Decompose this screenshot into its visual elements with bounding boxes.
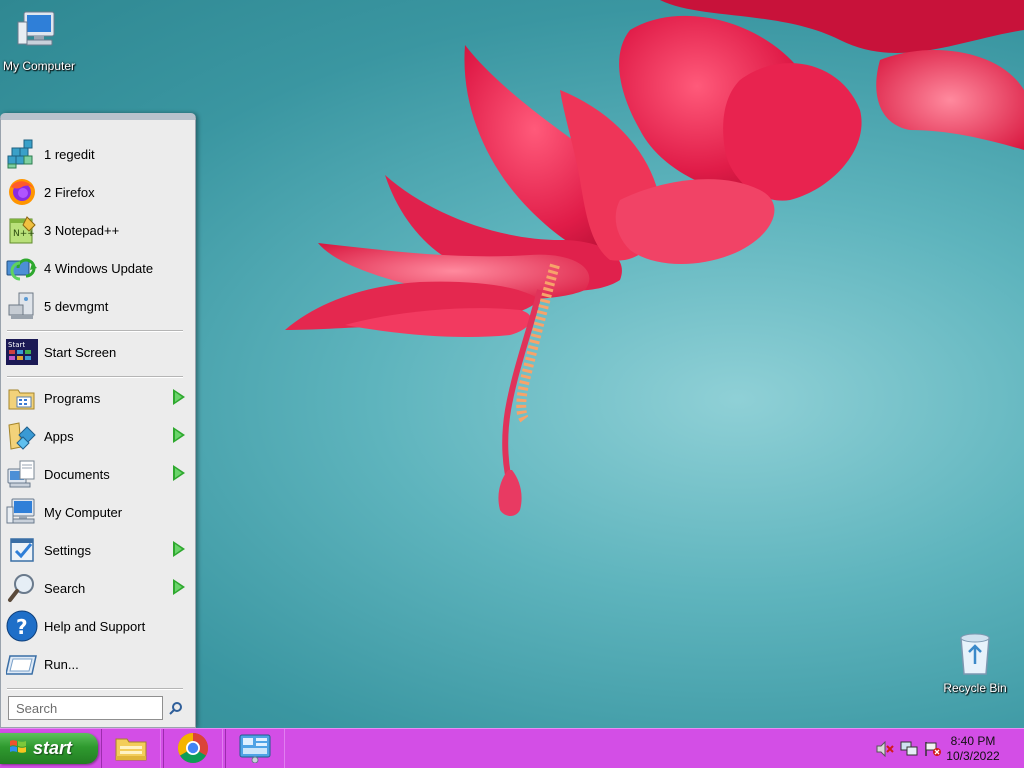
firefox-icon	[5, 175, 39, 209]
desktop-icon-label: My Computer	[2, 59, 76, 73]
svg-text:Start: Start	[8, 341, 25, 349]
menu-item-label: 1 regedit	[44, 146, 95, 162]
menu-separator	[7, 376, 183, 378]
start-menu-item-documents[interactable]: Documents	[5, 456, 191, 492]
start-menu-item-run[interactable]: Run...	[5, 646, 191, 682]
start-button[interactable]: start	[0, 733, 98, 764]
start-menu-item-apps[interactable]: Apps	[5, 418, 191, 454]
menu-item-label: Run...	[44, 656, 79, 672]
taskbar-chrome-button[interactable]	[163, 729, 223, 768]
magnifier-icon	[5, 571, 39, 605]
network-icon[interactable]	[900, 741, 918, 757]
menu-item-label: 4 Windows Update	[44, 260, 154, 276]
start-screen-icon: Start	[5, 335, 39, 369]
menu-item-label: Settings	[44, 542, 91, 558]
start-menu-item-regedit[interactable]: 1 regedit	[5, 136, 191, 172]
menu-item-label: 5 devmgmt	[44, 298, 109, 314]
start-menu-item-firefox[interactable]: 2 Firefox	[5, 174, 191, 210]
menu-item-label: Start Screen	[44, 344, 117, 360]
system-tray: 8:40 PM 10/3/2022	[864, 729, 1024, 768]
clock-time: 8:40 PM	[950, 734, 996, 748]
documents-icon	[5, 457, 39, 491]
system-clock[interactable]: 8:40 PM 10/3/2022	[938, 734, 1008, 764]
run-icon	[5, 647, 39, 681]
desktop-icon-label: Recycle Bin	[943, 681, 1007, 695]
start-menu-item-help-and-support[interactable]: ? Help and Support	[5, 608, 191, 644]
taskbar-control-panel-button[interactable]	[225, 729, 285, 768]
programs-folder-icon	[5, 381, 39, 415]
search-icon[interactable]	[166, 698, 186, 718]
settings-icon	[5, 533, 39, 567]
menu-item-label: Help and Support	[44, 618, 146, 634]
computer-icon	[0, 8, 81, 57]
start-menu-item-settings[interactable]: Settings	[5, 532, 191, 568]
chrome-icon	[177, 732, 209, 767]
start-menu-item-notepad-plus-plus[interactable]: N++ 3 Notepad++	[5, 212, 191, 248]
menu-item-label: Search	[44, 580, 86, 596]
control-panel-icon	[238, 733, 272, 766]
submenu-arrow-icon	[173, 579, 185, 595]
submenu-arrow-icon	[173, 541, 185, 557]
start-menu-item-my-computer[interactable]: My Computer	[5, 494, 191, 530]
menu-item-label: Apps	[44, 428, 74, 444]
menu-separator	[7, 688, 183, 690]
menu-item-label: 3 Notepad++	[44, 222, 120, 238]
start-menu-item-start-screen[interactable]: Start Start Screen	[5, 334, 191, 370]
start-menu-item-search[interactable]: Search	[5, 570, 191, 606]
clock-date: 10/3/2022	[946, 749, 1000, 763]
file-explorer-icon	[114, 733, 148, 766]
menu-item-label: Documents	[44, 466, 110, 482]
windows-flag-icon	[9, 738, 27, 759]
menu-item-label: Programs	[44, 390, 101, 406]
svg-text:?: ?	[16, 615, 28, 639]
start-menu: 1 regedit 2 Firefox N++ 3 Notepad++ 4 Wi…	[0, 113, 196, 728]
start-button-label: start	[33, 738, 73, 758]
taskbar: start 8:40 PM 10/3/2022	[0, 728, 1024, 768]
volume-muted-icon[interactable]	[876, 740, 894, 758]
submenu-arrow-icon	[173, 465, 185, 481]
registry-editor-icon	[5, 137, 39, 171]
start-menu-search-input[interactable]	[8, 696, 163, 720]
menu-separator	[7, 330, 183, 332]
notepad-plus-plus-icon: N++	[5, 213, 39, 247]
submenu-arrow-icon	[173, 389, 185, 405]
device-manager-icon	[5, 289, 39, 323]
menu-item-label: My Computer	[44, 504, 123, 520]
windows-update-icon	[5, 251, 39, 285]
start-menu-item-devmgmt[interactable]: 5 devmgmt	[5, 288, 191, 324]
taskbar-file-explorer-button[interactable]	[101, 729, 161, 768]
desktop-icon-recycle-bin[interactable]: Recycle Bin	[933, 630, 1017, 695]
desktop-icon-my-computer[interactable]: My Computer	[0, 8, 81, 73]
help-icon: ?	[5, 609, 39, 643]
start-menu-item-programs[interactable]: Programs	[5, 380, 191, 416]
recycle-bin-icon	[933, 630, 1017, 679]
start-menu-item-windows-update[interactable]: 4 Windows Update	[5, 250, 191, 286]
menu-item-label: 2 Firefox	[44, 184, 95, 200]
computer-icon	[5, 495, 39, 529]
apps-icon	[5, 419, 39, 453]
submenu-arrow-icon	[173, 427, 185, 443]
svg-text:N++: N++	[13, 229, 35, 239]
